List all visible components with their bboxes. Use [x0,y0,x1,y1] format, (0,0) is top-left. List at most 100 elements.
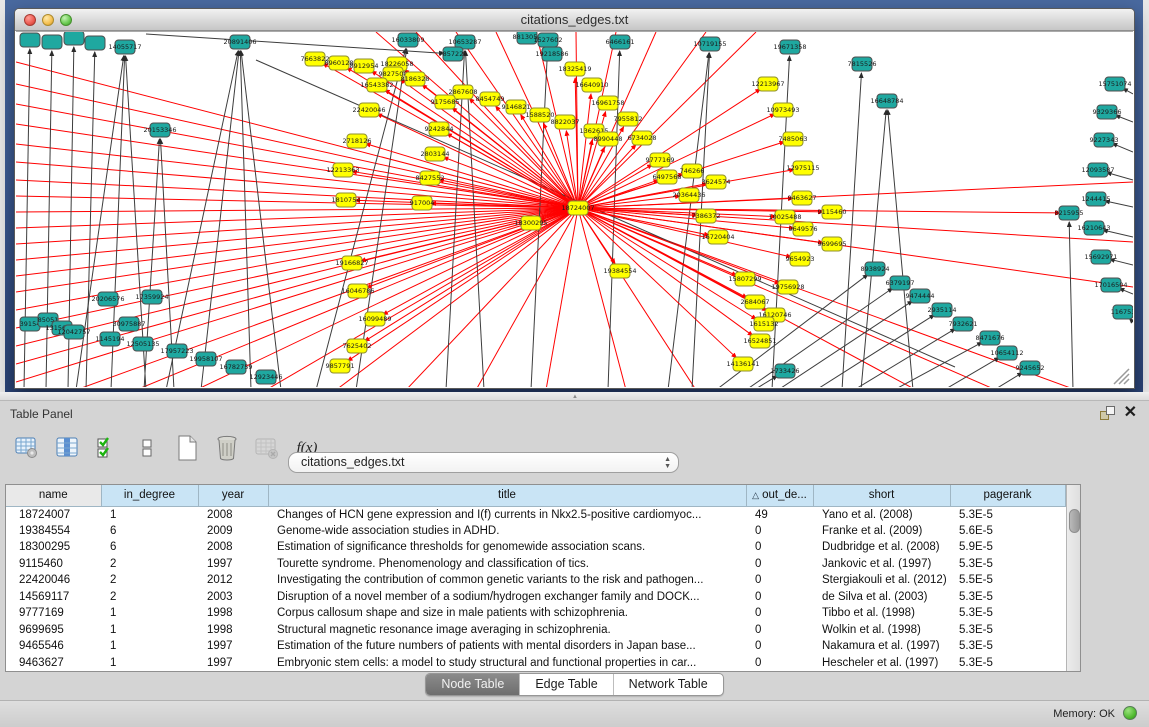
graph-node[interactable]: 8215955 [1055,206,1084,220]
table-cell[interactable]: 2003 [198,589,268,606]
table-cell[interactable]: 2 [101,589,198,606]
graph-node[interactable]: 7625402 [343,339,372,353]
network-window-titlebar[interactable]: citations_edges.txt [15,9,1134,31]
table-cell[interactable]: 1997 [198,655,268,672]
table-cell[interactable]: 0 [746,638,813,655]
table-row[interactable]: 977716911998Corpus callosum shape and si… [6,605,1065,622]
graph-node[interactable]: 6379197 [886,276,915,290]
graph-node[interactable]: 1733426 [771,364,800,378]
divider-handle-icon[interactable]: ▲ [569,394,581,400]
table-cell[interactable]: 1 [101,655,198,672]
new-table-icon[interactable] [174,435,200,461]
table-cell[interactable]: 9463627 [6,655,101,672]
graph-node[interactable]: 746266 [680,164,705,178]
graph-node[interactable]: 1145194 [96,332,125,346]
graph-node[interactable]: 16543382 [360,78,393,92]
table-cell[interactable]: 5.3E-5 [950,506,1065,523]
column-header-in_degree[interactable]: in_degree [101,485,198,506]
graph-node[interactable]: 2803144 [421,147,450,161]
table-row[interactable]: 911546021997Tourette syndrome. Phenomeno… [6,556,1065,573]
table-cell[interactable]: 0 [746,539,813,556]
graph-node[interactable]: 9115460 [818,205,847,219]
graph-edge[interactable] [994,373,1022,387]
graph-edge[interactable] [201,51,239,387]
table-cell[interactable]: Tibbo et al. (1998) [813,605,950,622]
table-row[interactable]: 2242004622012Investigating the contribut… [6,572,1065,589]
table-cell[interactable]: 9699695 [6,622,101,639]
table-cell[interactable]: Investigating the contribution of common… [268,572,746,589]
graph-node[interactable]: 18325419 [558,62,591,76]
graph-edge[interactable] [347,208,578,361]
table-cell[interactable]: 5.5E-5 [950,572,1065,589]
graph-node[interactable]: 6466161 [606,35,635,49]
table-cell[interactable]: 1 [101,605,198,622]
graph-node[interactable]: 1244415 [1082,192,1111,206]
graph-node[interactable]: 9245652 [1016,361,1045,375]
table-scrollbar-thumb[interactable] [1069,509,1080,533]
table-cell[interactable]: 2012 [198,572,268,589]
graph-node[interactable]: 10973493 [766,103,799,117]
table-cell[interactable]: 1997 [198,638,268,655]
table-cell[interactable]: 5.3E-5 [950,589,1065,606]
graph-edge[interactable] [336,208,578,387]
graph-edge[interactable] [86,52,95,387]
table-cell[interactable]: 9777169 [6,605,101,622]
table-cell[interactable]: 0 [746,622,813,639]
graph-node[interactable]: 20153346 [143,123,176,137]
graph-node[interactable]: 20364436 [672,188,705,202]
graph-node[interactable]: 7932621 [949,317,978,331]
graph-edge[interactable] [16,124,578,208]
graph-node[interactable]: 8990448 [594,132,623,146]
graph-edge[interactable] [854,329,955,387]
graph-node[interactable]: 2935114 [928,303,957,317]
graph-node[interactable]: 2718126 [343,134,372,148]
table-cell[interactable]: 0 [746,605,813,622]
graph-node[interactable]: 9654923 [786,252,815,266]
table-cell[interactable]: 14569117 [6,589,101,606]
graph-edge[interactable] [46,51,52,387]
table-cell[interactable]: 19384554 [6,523,101,540]
graph-edge[interactable] [196,208,578,387]
resize-grip-icon[interactable] [1114,369,1129,384]
graph-node[interactable]: 8938924 [861,262,890,276]
graph-edge[interactable] [447,133,578,208]
graph-node[interactable]: 14055717 [108,40,141,54]
graph-node[interactable]: 6734028 [628,131,657,145]
table-cell[interactable]: Genome-wide association studies in ADHD. [268,523,746,540]
table-cell[interactable]: 49 [746,506,813,523]
graph-edge[interactable] [266,208,578,387]
graph-edge[interactable] [754,376,777,387]
graph-node[interactable]: 9227343 [1090,133,1119,147]
table-cell[interactable]: 5.6E-5 [950,523,1065,540]
tab-edge-table[interactable]: Edge Table [520,674,613,695]
graph-node[interactable]: 9175685 [431,95,460,109]
float-panel-icon[interactable] [1100,406,1115,420]
graph-node[interactable]: 116753 [1111,305,1133,319]
graph-node[interactable]: 9699695 [818,237,847,251]
select-rows-icon[interactable] [94,435,120,461]
table-cell[interactable]: 0 [746,589,813,606]
graph-node[interactable]: 7857224 [439,47,468,61]
table-cell[interactable]: 6 [101,523,198,540]
graph-node[interactable]: 8822037 [551,115,580,129]
table-cell[interactable]: 1998 [198,622,268,639]
graph-node[interactable]: 10719155 [693,37,726,51]
graph-edge[interactable] [16,196,578,208]
table-cell[interactable]: Dudbridge et al. (2008) [813,539,950,556]
graph-node[interactable]: 16099489 [358,312,391,326]
graph-edge[interactable] [24,49,30,387]
close-panel-icon[interactable]: ✕ [1124,406,1137,420]
graph-node[interactable]: 15807299 [728,272,761,286]
graph-node[interactable]: 9242844 [425,122,454,136]
table-row[interactable]: 946554611997Estimation of the future num… [6,638,1065,655]
table-cell[interactable]: 0 [746,655,813,672]
graph-node[interactable]: 14136141 [726,357,759,371]
graph-node[interactable]: 9857791 [326,359,355,373]
graph-node[interactable]: 8186328 [401,72,430,86]
graph-node[interactable]: 15751074 [1098,77,1131,91]
graph-edge[interactable] [842,73,861,387]
table-cell[interactable]: Nakamura et al. (1997) [813,638,950,655]
table-cell[interactable]: 2009 [198,523,268,540]
graph-node[interactable]: 16648784 [870,94,903,108]
table-cell[interactable]: 2 [101,572,198,589]
